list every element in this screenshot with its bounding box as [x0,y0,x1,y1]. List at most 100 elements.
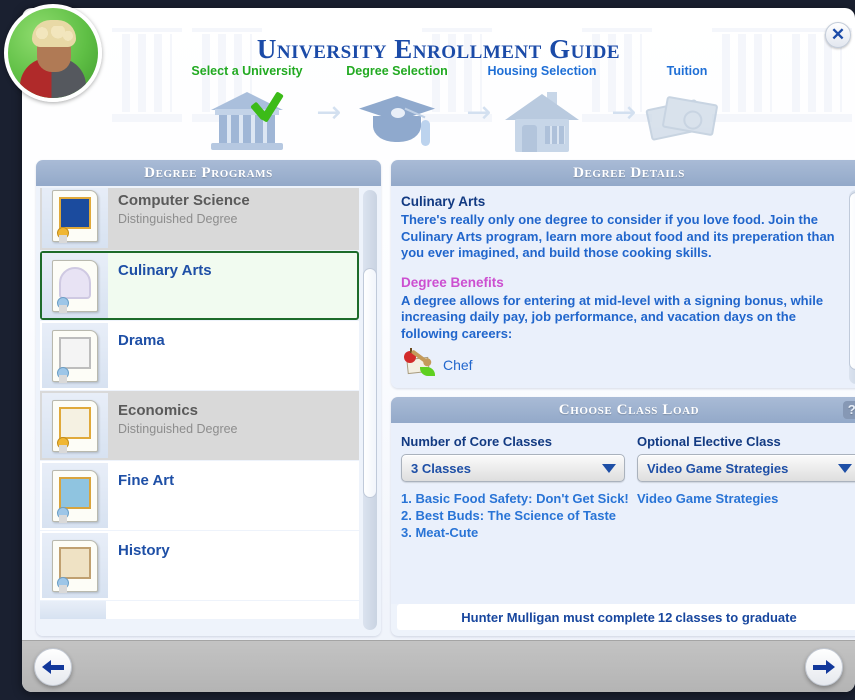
certificate-icon [52,189,98,243]
step-label: Housing Selection [487,64,597,78]
dialog-header: University Enrollment Guide Select a Uni… [22,8,855,158]
degree-details-panel: Degree Details Culinary Arts There's rea… [391,160,855,388]
step-art [467,84,617,156]
step-progress: Select a University → Degree Selection →… [172,64,742,156]
grad-note-suffix: classes to graduate [675,609,797,625]
page-title: University Enrollment Guide [256,34,621,64]
degree-thumbnail [42,323,108,388]
class-item: 3. Meat-Cute [401,525,479,540]
detail-benefits-text: A degree allows for entering at mid-leve… [401,292,824,341]
check-icon [251,90,285,124]
money-icon [645,95,726,148]
degree-thumbnail [42,463,108,528]
elective-classes-list: Video Game Strategies [637,490,855,507]
avatar-hair [32,20,76,47]
screen: University Enrollment Guide Select a Uni… [0,0,855,700]
step-art [612,84,762,156]
close-button[interactable]: ✕ [825,22,851,48]
chef-icon [401,348,435,379]
step-housing-selection[interactable]: Housing Selection [467,64,617,156]
dialog-content: Degree Programs Computer Science Disting… [36,160,855,636]
core-classes-dropdown[interactable]: 3 Classes [401,454,625,482]
core-classes-value: 3 Classes [411,460,471,476]
scrollbar-thumb[interactable] [849,192,855,370]
certificate-icon [52,259,98,313]
elective-class-label: Optional Elective Class [637,434,781,449]
certificate-icon [52,329,98,383]
degree-programs-panel: Degree Programs Computer Science Disting… [36,160,381,636]
degree-subtitle: Distinguished Degree [118,422,238,436]
list-item-fine-art[interactable]: Fine Art [40,461,359,530]
degree-name: Fine Art [118,472,175,489]
degree-name: History [118,542,170,559]
certificate-icon [52,399,98,453]
class-load-title: Choose Class Load [558,401,700,418]
bank-icon [211,92,283,152]
class-load-header: Choose Class Load ? [391,397,855,423]
step-art [322,84,472,156]
degree-name: Culinary Arts [118,262,212,279]
degree-thumbnail [42,188,108,248]
list-item-culinary-arts[interactable]: Culinary Arts [40,251,359,320]
step-tuition[interactable]: Tuition [612,64,762,156]
class-load-panel: Choose Class Load ? Number of Core Class… [391,397,855,636]
career-row: Chef [401,348,841,379]
dialog-footer [22,640,855,692]
list-item-drama[interactable]: Drama [40,321,359,390]
degree-thumbnail [42,393,108,458]
degree-name: Computer Science [118,192,250,209]
degree-subtitle: Distinguished Degree [118,212,238,226]
class-load-body: Number of Core Classes 3 Classes 1. Basi… [391,423,855,604]
house-icon [505,92,579,154]
graduation-cap-icon [355,94,439,152]
degree-name: Economics [118,402,199,419]
degree-details-header: Degree Details [391,160,855,186]
list-item-history[interactable]: History [40,531,359,600]
step-art [172,84,322,156]
detail-description: There's really only one degree to consid… [401,212,835,260]
next-arrow-icon [813,659,835,675]
next-button[interactable] [805,647,843,686]
details-scrollbar[interactable] [849,190,855,384]
step-select-university[interactable]: Select a University [172,64,322,156]
class-item: 1. Basic Food Safety: Don't Get Sick! [401,491,629,506]
right-column: Degree Details Culinary Arts There's rea… [391,160,855,636]
step-label: Tuition [666,64,708,78]
degree-thumbnail [40,601,106,619]
class-item: 2. Best Buds: The Science of Taste [401,508,617,523]
list-item-computer-science[interactable]: Computer Science Distinguished Degree [40,188,359,250]
degree-list-scrollbar[interactable] [363,190,377,630]
core-classes-label: Number of Core Classes [401,434,552,449]
degree-thumbnail [42,533,108,598]
list-item-partial-bottom[interactable] [40,601,359,619]
core-classes-column: Number of Core Classes 3 Classes 1. Basi… [401,434,629,604]
class-item: Video Game Strategies [637,491,779,506]
grad-note-count: 12 [657,609,673,625]
step-label: Degree Selection [346,64,448,78]
chevron-down-icon [838,463,852,473]
degree-name: Drama [118,332,165,349]
scrollbar-thumb[interactable] [363,268,377,498]
elective-class-dropdown[interactable]: Video Game Strategies [637,454,855,482]
degree-programs-header: Degree Programs [36,160,381,186]
career-name: Chef [443,357,473,373]
list-item-economics[interactable]: Economics Distinguished Degree [40,391,359,460]
detail-degree-title: Culinary Arts [401,194,486,209]
enrollment-dialog: University Enrollment Guide Select a Uni… [22,8,855,692]
degree-details-body: Culinary Arts There's really only one de… [391,186,855,388]
help-icon[interactable]: ? [843,401,855,419]
degree-thumbnail [42,253,108,318]
core-classes-list: 1. Basic Food Safety: Don't Get Sick! 2.… [401,490,629,541]
certificate-icon [52,539,98,593]
back-button[interactable] [34,647,72,686]
elective-class-column: Optional Elective Class Video Game Strat… [629,434,855,604]
avatar[interactable] [4,4,102,102]
chevron-down-icon [602,463,616,473]
back-arrow-icon [42,659,64,675]
degree-programs-list: Computer Science Distinguished Degree Cu… [36,186,381,636]
graduation-requirement-note: Hunter Mulligan must complete 12 classes… [397,604,855,630]
grad-note-prefix: Hunter Mulligan must complete [461,609,655,625]
elective-class-value: Video Game Strategies [647,460,789,476]
certificate-icon [52,469,98,523]
step-degree-selection[interactable]: Degree Selection [322,64,472,156]
